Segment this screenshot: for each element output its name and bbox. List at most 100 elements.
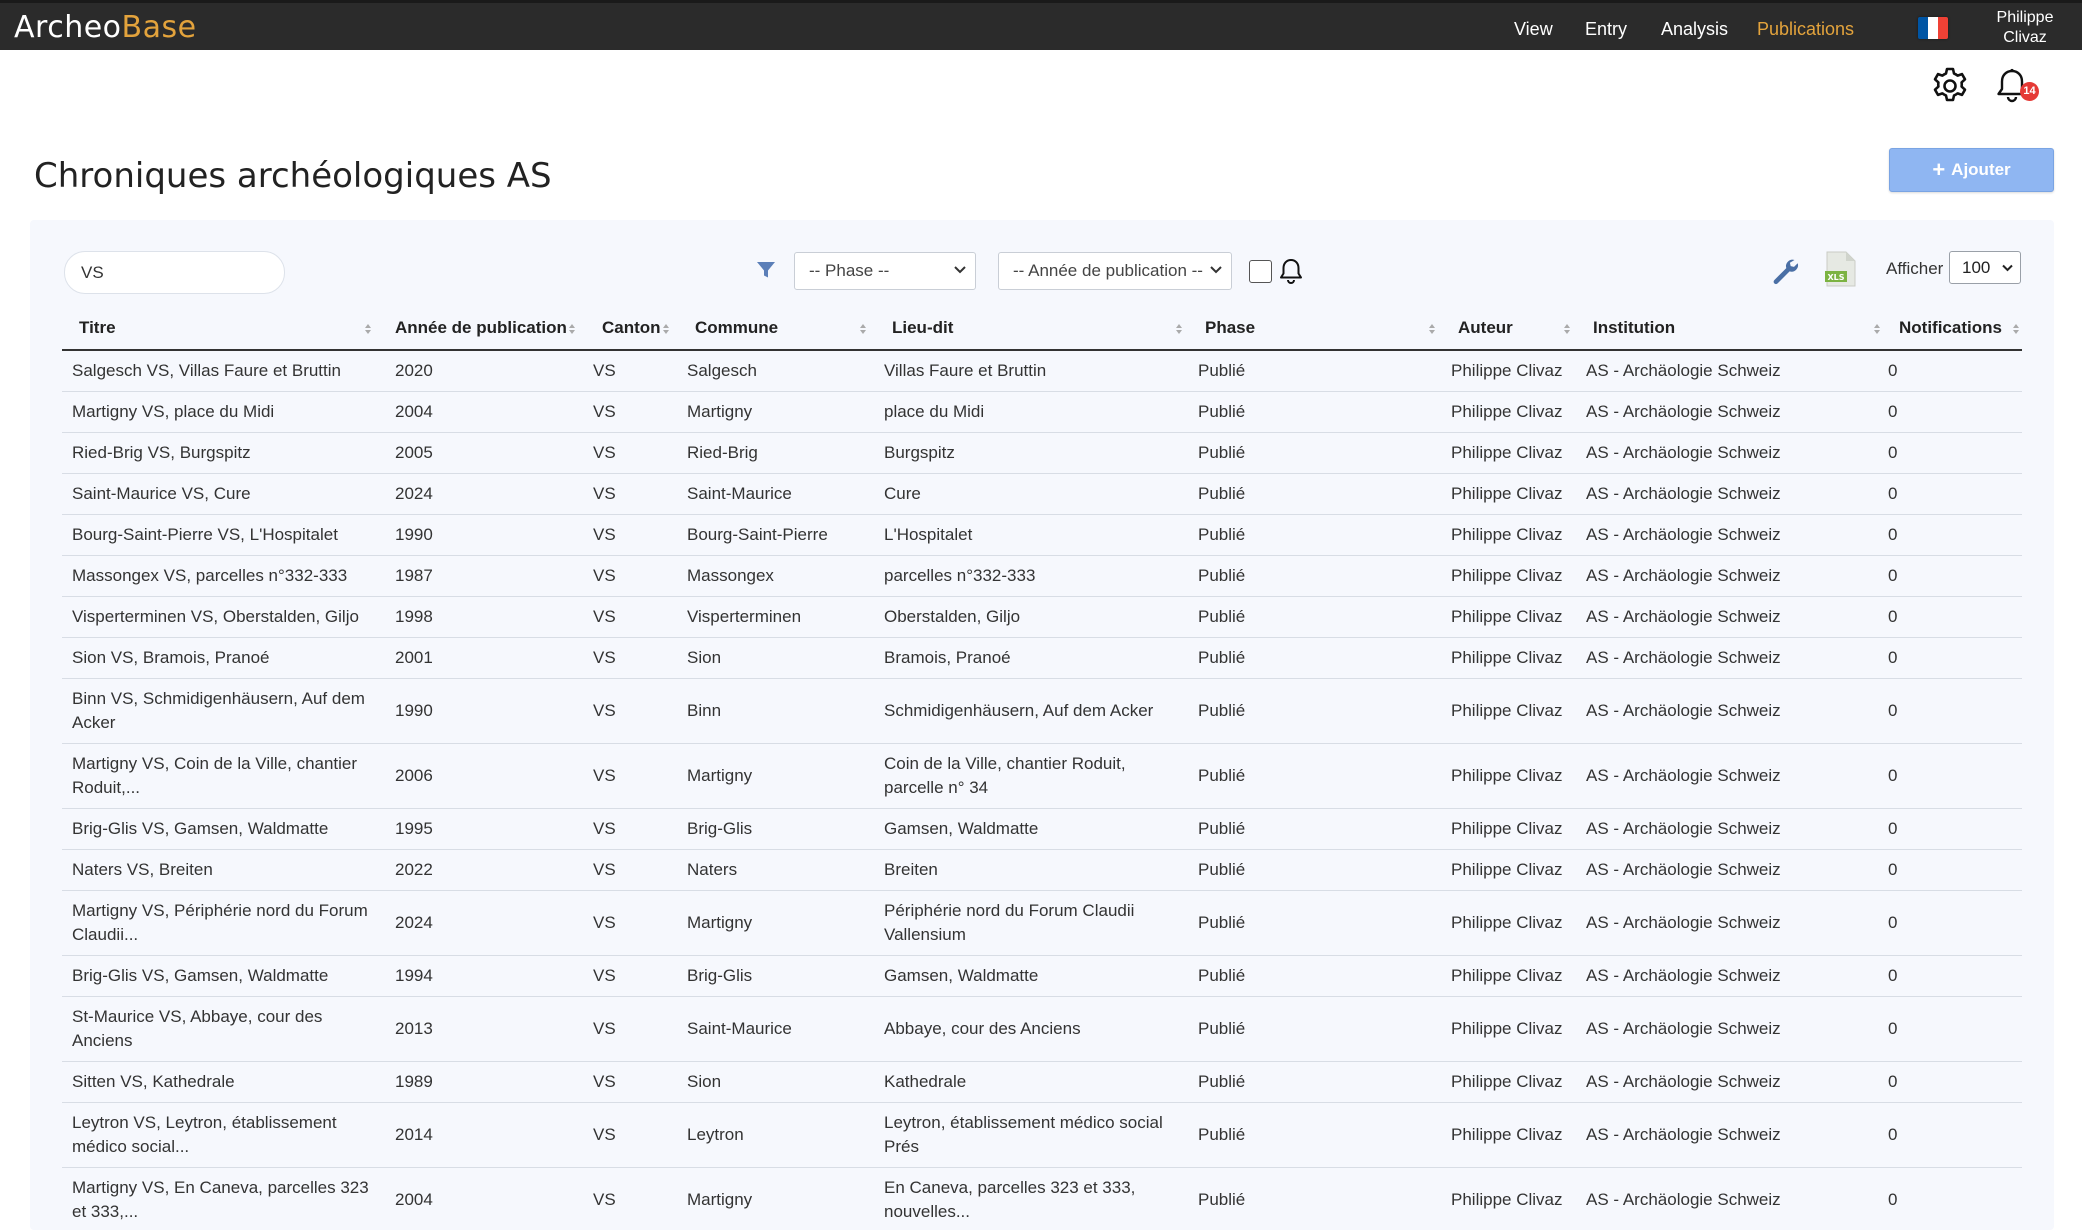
table-row[interactable]: Naters VS, Breiten 2022 VS Naters Breiten Pub… — [62, 850, 2022, 891]
cell-author: Philippe Clivaz — [1451, 819, 1563, 838]
phase-select[interactable]: -- Phase -- — [794, 252, 976, 290]
cell-author: Philippe Clivaz — [1451, 1019, 1563, 1038]
sort-arrows-icon[interactable] — [1428, 322, 1436, 336]
cell-phase: Publié — [1198, 913, 1246, 932]
cell-canton: VS — [593, 701, 616, 720]
xls-export-icon[interactable]: XLS — [1823, 250, 1857, 288]
table-row[interactable]: Binn VS, Schmidigenhäusern, Auf dem Acker… — [62, 679, 2022, 744]
cell-notifications: 0 — [1888, 913, 1898, 932]
nav-publications[interactable]: Publications — [1757, 18, 1854, 40]
table-row[interactable]: Visperterminen VS, Oberstalden, Giljo 199… — [62, 597, 2022, 638]
cell-lieu-dit: Abbaye, cour des Anciens — [884, 1017, 1081, 1041]
french-flag-icon[interactable] — [1918, 17, 1948, 39]
gear-icon[interactable] — [1930, 66, 1970, 106]
column-header-lieu-dit[interactable]: Lieu-dit — [892, 308, 953, 351]
cell-line: Acker — [72, 713, 116, 732]
cell-line: St-Maurice VS, Abbaye, cour des — [72, 1007, 323, 1026]
cell-line: médico social... — [72, 1137, 190, 1156]
cell-line: Périphérie nord du Forum Claudii — [884, 901, 1135, 920]
wrench-icon[interactable] — [1770, 256, 1800, 286]
table-row[interactable]: Salgesch VS, Villas Faure et Bruttin 2020… — [62, 351, 2022, 392]
table-row[interactable]: Sion VS, Bramois, Pranoé 2001 VS Sion Bramoi… — [62, 638, 2022, 679]
nav-entry[interactable]: Entry — [1585, 18, 1627, 40]
table-row[interactable]: St-Maurice VS, Abbaye, cour des Anciens 20… — [62, 997, 2022, 1062]
cell-canton: VS — [593, 648, 616, 667]
cell-line: Gamsen, Waldmatte — [884, 966, 1039, 985]
sort-arrows-icon[interactable] — [2012, 322, 2020, 336]
table-row[interactable]: Massongex VS, parcelles n°332-333 1987 VS M… — [62, 556, 2022, 597]
column-header-commune[interactable]: Commune — [695, 308, 778, 351]
sort-arrows-icon[interactable] — [662, 322, 670, 336]
table-row[interactable]: Saint-Maurice VS, Cure 2024 VS Saint-Mauric… — [62, 474, 2022, 515]
cell-author: Philippe Clivaz — [1451, 766, 1563, 785]
table-row[interactable]: Martigny VS, Coin de la Ville, chantier R… — [62, 744, 2022, 809]
cell-canton: VS — [593, 1072, 616, 1091]
cell-phase: Publié — [1198, 402, 1246, 421]
cell-title: Brig-Glis VS, Gamsen, Waldmatte — [72, 817, 328, 841]
filter-icon[interactable] — [755, 259, 777, 281]
cell-canton: VS — [593, 1190, 616, 1209]
user-last-name: Clivaz — [2003, 29, 2047, 46]
table-row[interactable]: Martigny VS, place du Midi 2004 VS Martigny… — [62, 392, 2022, 433]
table-row[interactable]: Martigny VS, Périphérie nord du Forum Cla… — [62, 891, 2022, 956]
sort-arrows-icon[interactable] — [568, 322, 576, 336]
sort-arrows-icon[interactable] — [1563, 322, 1571, 336]
cell-canton: VS — [593, 607, 616, 626]
cell-title: Saint-Maurice VS, Cure — [72, 482, 251, 506]
cell-author: Philippe Clivaz — [1451, 402, 1563, 421]
cell-notifications: 0 — [1888, 402, 1898, 421]
cell-line: Sion VS, Bramois, Pranoé — [72, 648, 270, 667]
column-header-canton[interactable]: Canton — [602, 308, 661, 351]
notifications-filter-checkbox[interactable] — [1249, 260, 1272, 283]
top-navbar: ArcheoBase View Entry Analysis Publicati… — [0, 0, 2082, 50]
cell-year: 1995 — [395, 819, 433, 838]
table-row[interactable]: Brig-Glis VS, Gamsen, Waldmatte 1995 VS Bri… — [62, 809, 2022, 850]
chevron-down-icon — [2002, 264, 2013, 272]
column-header-phase[interactable]: Phase — [1205, 308, 1255, 351]
cell-line: Oberstalden, Giljo — [884, 607, 1021, 626]
column-header-notifications[interactable]: Notifications — [1899, 308, 2002, 351]
cell-canton: VS — [593, 566, 616, 585]
cell-lieu-dit: Kathedrale — [884, 1070, 966, 1094]
nav-analysis[interactable]: Analysis — [1661, 18, 1728, 40]
cell-year: 2005 — [395, 443, 433, 462]
cell-title: Sion VS, Bramois, Pranoé — [72, 646, 269, 670]
column-header-title[interactable]: Titre — [79, 308, 116, 351]
cell-author: Philippe Clivaz — [1451, 648, 1563, 667]
column-header-institution[interactable]: Institution — [1593, 308, 1675, 351]
notifications-button[interactable]: 14 — [1996, 68, 2039, 108]
table-row[interactable]: Brig-Glis VS, Gamsen, Waldmatte 1994 VS Bri… — [62, 956, 2022, 997]
sort-arrows-icon[interactable] — [1175, 322, 1183, 336]
add-button[interactable]: + Ajouter — [1889, 148, 2054, 192]
table-body: Salgesch VS, Villas Faure et Bruttin 2020… — [62, 351, 2022, 1230]
table-row[interactable]: Leytron VS, Leytron, établissement médico… — [62, 1103, 2022, 1168]
cell-commune: Saint-Maurice — [687, 1019, 792, 1038]
cell-institution: AS - Archäologie Schweiz — [1586, 361, 1781, 380]
table-row[interactable]: Martigny VS, En Caneva, parcelles 323 et … — [62, 1168, 2022, 1230]
cell-line: Bourg-Saint-Pierre VS, L'Hospitalet — [72, 525, 338, 544]
search-input[interactable] — [64, 251, 285, 294]
cell-phase: Publié — [1198, 484, 1246, 503]
sort-arrows-icon[interactable] — [364, 322, 372, 336]
cell-canton: VS — [593, 860, 616, 879]
show-entries-select[interactable]: 100 — [1949, 251, 2021, 284]
sort-arrows-icon[interactable] — [1873, 322, 1881, 336]
table-row[interactable]: Ried-Brig VS, Burgspitz 2005 VS Ried-Brig Bu… — [62, 433, 2022, 474]
sort-arrows-icon[interactable] — [859, 322, 867, 336]
table-row[interactable]: Bourg-Saint-Pierre VS, L'Hospitalet 1990 V… — [62, 515, 2022, 556]
cell-line: Abbaye, cour des Anciens — [884, 1019, 1081, 1038]
nav-view[interactable]: View — [1514, 18, 1553, 40]
column-header-year[interactable]: Année de publication — [395, 308, 567, 351]
svg-text:XLS: XLS — [1827, 273, 1844, 282]
cell-institution: AS - Archäologie Schweiz — [1586, 1019, 1781, 1038]
app-logo[interactable]: ArcheoBase — [14, 13, 197, 43]
show-entries-label: Afficher — [1886, 259, 1944, 278]
user-menu[interactable]: Philippe Clivaz — [1980, 8, 2070, 48]
publication-year-select[interactable]: -- Année de publication -- — [998, 252, 1232, 290]
table-row[interactable]: Sitten VS, Kathedrale 1989 VS Sion Kathedral… — [62, 1062, 2022, 1103]
cell-phase: Publié — [1198, 1019, 1246, 1038]
logo-text-base: Base — [121, 10, 197, 45]
cell-line: parcelle n° 34 — [884, 778, 989, 797]
cell-line: Ried-Brig VS, Burgspitz — [72, 443, 251, 462]
column-header-author[interactable]: Auteur — [1458, 308, 1513, 351]
